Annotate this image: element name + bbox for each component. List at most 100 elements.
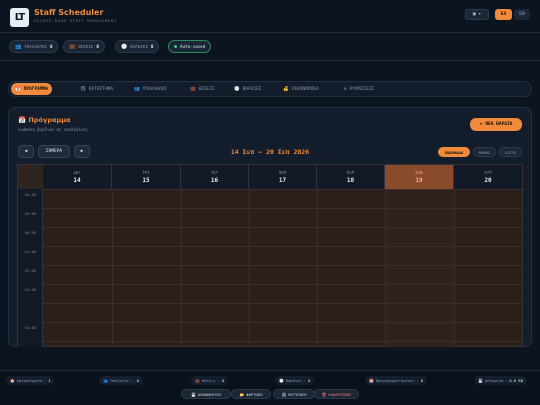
footer-stat-value: 1: [48, 378, 51, 383]
footer-stat-positions: 💼 Θέσεις: 0: [191, 376, 229, 385]
clock-icon: 🕘: [121, 43, 128, 50]
grid-col-line: [385, 189, 386, 347]
stat-positions: 💼 ΘΕΣΕΙΣ 0: [63, 40, 105, 53]
load-button[interactable]: 📂 ΦΟΡΤΩΣΗ: [231, 389, 271, 399]
tab-finances[interactable]: 💰 ΟΙΚΟΝΟΜΙΚΑ: [279, 83, 323, 95]
day-name: ΠΑΡ: [346, 170, 355, 175]
time-label: 02:00: [24, 268, 37, 273]
time-label: 00:00: [24, 230, 37, 235]
footer-stat-shifts: 🕘 Βάρδιες: 0: [275, 376, 315, 385]
briefcase-icon: 💼: [190, 86, 196, 92]
time-label: 04:00: [24, 325, 37, 330]
people-icon: 👥: [15, 43, 22, 50]
day-header[interactable]: ΤΡΙ 15: [112, 165, 181, 189]
day-name: ΤΡΙ: [142, 170, 150, 175]
next-week-button[interactable]: ▶: [74, 145, 90, 158]
stat-label: ΒΑΡΔΙΕΣ: [130, 44, 148, 49]
grid-row-line: [43, 246, 522, 247]
print-button[interactable]: 🖨 ΕΚΤΥΠΩΣΗ: [273, 389, 315, 399]
status-dot-icon: [174, 45, 177, 48]
grid-row-line: [43, 265, 522, 266]
save-button[interactable]: 💾 ΑΠΟΘΗΚΕΥΣΗ: [181, 389, 231, 399]
clear-label: ΚΑΘΑΡΙΣΜΟΣ: [328, 391, 352, 397]
header-divider: [0, 32, 540, 33]
stat-count: 0: [96, 44, 99, 49]
calendar-icon: 📅: [18, 116, 27, 124]
stat-label: ΥΠΑΛΛΗΛΟΙ: [24, 44, 47, 49]
save-label: ΑΠΟΘΗΚΕΥΣΗ: [197, 391, 221, 397]
save-icon: 💾: [191, 391, 196, 397]
load-label: ΦΟΡΤΩΣΗ: [246, 391, 263, 397]
tab-label: ΠΡΟΓΡΑΜΜΑ: [23, 86, 48, 92]
footer-bar: [0, 370, 540, 405]
footer-stat-stores: 🏠 Καταστήματα: 1: [6, 376, 55, 385]
tab-settings[interactable]: ⚙ ΡΥΘΜΙΣΕΙΣ: [340, 83, 378, 95]
view-month-button[interactable]: ΜΗΝΑΣ: [473, 147, 496, 157]
grid-row-line: [43, 189, 522, 190]
grid-col-line: [317, 189, 318, 347]
grid-row-line: [43, 284, 522, 285]
schedule-subtitle: Ανάθεση βαρδιών σε υπαλλήλους: [18, 127, 88, 132]
time-label: 01:00: [24, 249, 37, 254]
language-el-button[interactable]: ΕΛ: [495, 9, 512, 20]
view-list-button[interactable]: ΛΙΣΤΑ: [499, 147, 522, 157]
tab-label: ΟΙΚΟΝΟΜΙΚΑ: [291, 86, 319, 92]
grid-row-line: [43, 208, 522, 209]
day-header[interactable]: ΠΕΜ 17: [249, 165, 317, 189]
tab-employees[interactable]: 👥 ΥΠΑΛΛΗΛΟΙ: [130, 83, 171, 95]
footer-stat-scheduled: 📅 Προγραμματισμένες: 0: [365, 376, 428, 385]
store-icon: 🏠: [10, 378, 15, 383]
gear-icon: ⚙: [344, 86, 347, 92]
today-button[interactable]: ΣΗΜΕΡΑ: [38, 145, 70, 158]
view-week-button[interactable]: ΕΒΔΟΜΑΔΑ: [438, 147, 470, 157]
grid-col-line: [454, 189, 455, 347]
clock-icon: 🕘: [279, 378, 284, 383]
footer-stat-value: 0: [136, 378, 139, 383]
day-header[interactable]: ΤΕΤ 16: [181, 165, 249, 189]
language-en-button[interactable]: EN: [514, 9, 530, 20]
day-number: 15: [142, 177, 150, 184]
tab-shifts[interactable]: 🕘 ΒΑΡΔΙΕΣ: [230, 83, 266, 95]
grid-col-line: [112, 189, 113, 347]
new-shift-button[interactable]: + ΝΕΑ ΒΑΡΔΙΑ: [470, 118, 522, 131]
disk-icon: 💾: [478, 378, 483, 383]
day-number: 17: [278, 177, 287, 184]
footer-stat-value: 0.0 KB: [509, 378, 524, 383]
grid-row-line: [43, 341, 522, 342]
footer-stat-label: Καταστήματα: [16, 378, 42, 383]
day-header[interactable]: ΚΥΡ 20: [454, 165, 522, 189]
app-title: Staff Scheduler: [34, 8, 104, 17]
tab-label: ΡΥΘΜΙΣΕΙΣ: [349, 86, 375, 92]
day-name: ΣΑΒ: [415, 170, 423, 175]
tab-positions[interactable]: 💼 ΘΕΣΕΙΣ: [186, 83, 219, 95]
schedule-title: 📅 Πρόγραμμα: [18, 116, 71, 124]
tab-label: ΥΠΑΛΛΗΛΟΙ: [142, 86, 167, 92]
schedule-title-text: Πρόγραμμα: [28, 116, 71, 124]
new-shift-label: ΝΕΑ ΒΑΡΔΙΑ: [485, 122, 513, 127]
autosave-label: Auto-saved: [180, 44, 206, 49]
tab-label: ΘΕΣΕΙΣ: [198, 86, 215, 92]
day-name: ΚΥΡ: [484, 170, 492, 175]
week-range-label: 14 Σεπ — 20 Σεπ 2026: [230, 148, 310, 156]
footer-stat-employees: 👥 Υπάλληλοι: 0: [99, 376, 143, 385]
tab-schedule[interactable]: 📅 ΠΡΟΓΡΑΜΜΑ: [11, 83, 52, 95]
clear-button[interactable]: 🗑 ΚΑΘΑΡΙΣΜΟΣ: [314, 389, 359, 399]
day-header-today[interactable]: ΣΑΒ 19: [385, 165, 454, 189]
tab-store[interactable]: 🗒 ΚΑΤΑΣΤΗΜΑ: [76, 83, 117, 95]
folder-icon: 📂: [239, 391, 245, 397]
footer-stat-value: 0: [221, 378, 225, 383]
day-name: ΤΕΤ: [210, 170, 219, 175]
footer-stat-label: Δεδομένα: [484, 378, 504, 383]
briefcase-icon: 💼: [69, 43, 76, 50]
day-number: 14: [73, 177, 81, 184]
day-header[interactable]: ΔΕΥ 14: [43, 165, 112, 189]
day-header[interactable]: ΠΑΡ 18: [317, 165, 385, 189]
trash-icon: 🗑: [321, 391, 327, 397]
theme-toggle-button[interactable]: ▦ ▾: [465, 9, 489, 20]
day-name: ΠΕΜ: [278, 170, 287, 175]
prev-week-button[interactable]: ◀: [18, 145, 34, 158]
calendar-icon: 📅: [15, 86, 21, 92]
stat-employees: 👥 ΥΠΑΛΛΗΛΟΙ 0: [9, 40, 59, 53]
tab-label: ΒΑΡΔΙΕΣ: [242, 86, 262, 92]
grid-col-line: [181, 189, 182, 347]
